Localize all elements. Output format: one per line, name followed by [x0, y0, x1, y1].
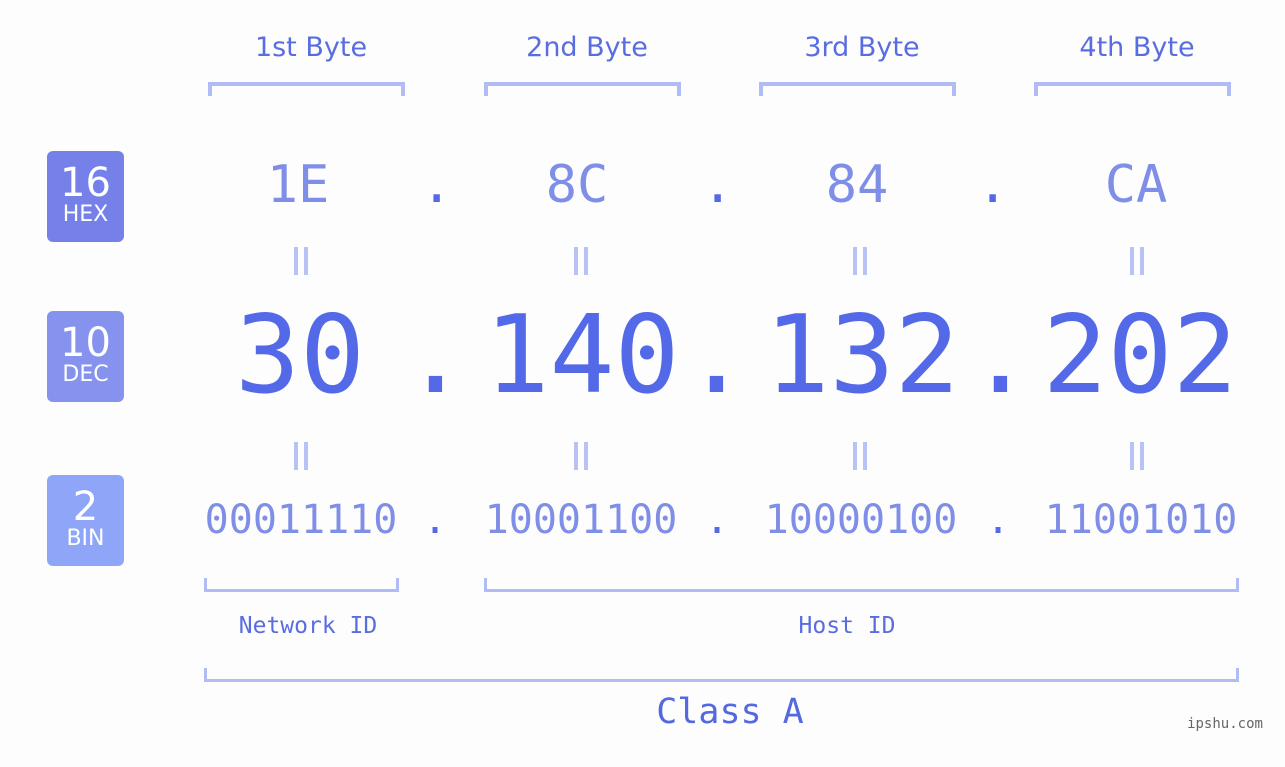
dec-byte-3: 132: [764, 293, 960, 418]
hex-base-label: HEX: [62, 202, 109, 227]
equals-icon: [571, 247, 591, 275]
equals-icon: [1127, 442, 1147, 470]
bin-byte-4: 11001010: [1044, 497, 1238, 543]
ip-class-label: Class A: [656, 692, 804, 732]
hex-separator-2: .: [702, 155, 734, 215]
byte-label-2: 2nd Byte: [526, 32, 648, 63]
byte-label-3: 3rd Byte: [804, 32, 920, 63]
host-id-label: Host ID: [798, 613, 896, 639]
byte-label-4: 4th Byte: [1079, 32, 1195, 63]
hex-base-number: 16: [60, 160, 111, 206]
dec-base-number: 10: [60, 320, 111, 366]
dec-base-label: DEC: [62, 362, 109, 387]
equals-icon: [1127, 247, 1147, 275]
hex-separator-3: .: [977, 155, 1009, 215]
watermark: ipshu.com: [1187, 716, 1263, 732]
equals-icon: [571, 442, 591, 470]
equals-icon: [850, 442, 870, 470]
bin-base-label: BIN: [66, 526, 105, 551]
byte-bracket-3: [759, 82, 956, 96]
hex-byte-4: CA: [1104, 155, 1168, 215]
host-id-bracket: [484, 578, 1239, 592]
byte-bracket-2: [484, 82, 681, 96]
class-bracket: [204, 668, 1239, 682]
network-id-bracket: [204, 578, 399, 592]
bin-separator-1: .: [422, 497, 448, 543]
bin-base-number: 2: [72, 484, 99, 530]
byte-label-1: 1st Byte: [254, 32, 368, 63]
bin-byte-1: 00011110: [204, 497, 398, 543]
hex-byte-2: 8C: [545, 155, 609, 215]
equals-icon: [291, 247, 311, 275]
bin-byte-3: 10000100: [764, 497, 958, 543]
dec-byte-2: 140: [484, 293, 680, 418]
equals-icon: [291, 442, 311, 470]
hex-byte-1: 1E: [266, 155, 330, 215]
dec-badge: 10 DEC: [47, 311, 124, 402]
hex-byte-3: 84: [825, 155, 889, 215]
dec-byte-4: 202: [1042, 293, 1238, 418]
hex-badge: 16 HEX: [47, 151, 124, 242]
byte-bracket-1: [208, 82, 405, 96]
bin-separator-3: .: [985, 497, 1011, 543]
bin-separator-2: .: [704, 497, 730, 543]
bin-badge: 2 BIN: [47, 475, 124, 566]
dec-byte-1: 30: [234, 293, 366, 418]
network-id-label: Network ID: [238, 613, 378, 639]
byte-bracket-4: [1034, 82, 1231, 96]
hex-separator-1: .: [421, 155, 453, 215]
bin-byte-2: 10001100: [484, 497, 678, 543]
equals-icon: [850, 247, 870, 275]
